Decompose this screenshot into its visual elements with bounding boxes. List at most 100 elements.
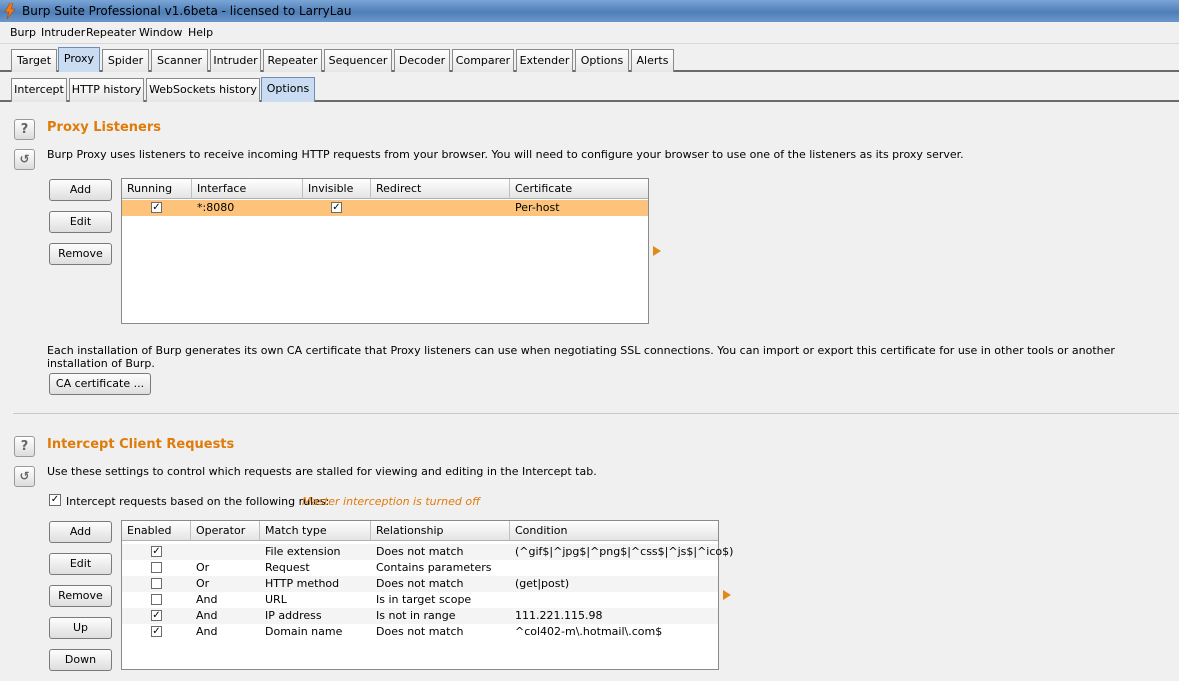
col-running[interactable]: Running — [122, 179, 192, 199]
col-interface[interactable]: Interface — [192, 179, 303, 199]
menu-repeater[interactable]: Repeater — [86, 26, 136, 39]
tab-repeater[interactable]: Repeater — [263, 49, 322, 72]
table-row[interactable]: Or Request Contains parameters — [122, 560, 718, 576]
proxy-listeners-title: Proxy Listeners — [47, 120, 161, 135]
intercept-rules-label: Intercept requests based on the followin… — [66, 495, 330, 508]
menu-burp[interactable]: Burp — [10, 26, 36, 39]
listeners-table: Running Interface Invisible Redirect Cer… — [121, 178, 649, 324]
tab-proxy[interactable]: Proxy — [58, 47, 100, 72]
title-bar: Burp Suite Professional v1.6beta - licen… — [0, 0, 1179, 22]
proxy-listeners-description: Burp Proxy uses listeners to receive inc… — [47, 148, 964, 161]
proxy-sub-tab-bar: Intercept HTTP history WebSockets histor… — [0, 74, 1179, 102]
subtab-websockets-history[interactable]: WebSockets history — [146, 78, 260, 102]
relationship-cell: Does not match — [376, 577, 464, 590]
operator-cell: And — [196, 593, 218, 606]
menu-help[interactable]: Help — [188, 26, 213, 39]
window-title: Burp Suite Professional v1.6beta - licen… — [22, 4, 352, 18]
main-tab-bar: Target Proxy Spider Scanner Intruder Rep… — [0, 46, 1179, 72]
relationship-cell: Is not in range — [376, 609, 456, 622]
listener-edit-button[interactable]: Edit — [49, 211, 112, 233]
subtab-http-history[interactable]: HTTP history — [69, 78, 144, 102]
rule-add-button[interactable]: Add — [49, 521, 112, 543]
enabled-checkbox[interactable] — [151, 594, 162, 605]
menu-bar: Burp Intruder Repeater Window Help — [0, 22, 1179, 44]
col-enabled[interactable]: Enabled — [122, 521, 191, 541]
tab-decoder[interactable]: Decoder — [394, 49, 450, 72]
operator-cell: Or — [196, 577, 210, 590]
condition-cell: (^gif$|^jpg$|^png$|^css$|^js$|^ico$) — [515, 545, 734, 558]
ca-certificate-button[interactable]: CA certificate ... — [49, 373, 151, 395]
match-type-cell: File extension — [265, 545, 341, 558]
col-relationship[interactable]: Relationship — [371, 521, 510, 541]
menu-intruder[interactable]: Intruder — [41, 26, 85, 39]
relationship-cell: Does not match — [376, 625, 464, 638]
subtab-intercept[interactable]: Intercept — [11, 78, 67, 102]
invisible-checkbox[interactable]: ✓ — [331, 202, 342, 213]
col-operator[interactable]: Operator — [191, 521, 260, 541]
menu-window[interactable]: Window — [139, 26, 182, 39]
burp-logo-icon — [4, 3, 16, 19]
condition-cell: 111.221.115.98 — [515, 609, 603, 622]
master-interception-status: Master interception is turned off — [302, 495, 481, 508]
operator-cell: And — [196, 609, 218, 622]
col-condition[interactable]: Condition — [510, 521, 718, 541]
col-match-type[interactable]: Match type — [260, 521, 371, 541]
tab-alerts[interactable]: Alerts — [631, 49, 674, 72]
listener-add-button[interactable]: Add — [49, 179, 112, 201]
enabled-checkbox[interactable]: ✓ — [151, 546, 162, 557]
col-invisible[interactable]: Invisible — [303, 179, 371, 199]
help-icon[interactable]: ? — [14, 119, 35, 140]
condition-cell: ^col402-m\.hotmail\.com$ — [515, 625, 663, 638]
rule-remove-button[interactable]: Remove — [49, 585, 112, 607]
match-type-cell: HTTP method — [265, 577, 340, 590]
enabled-checkbox[interactable] — [151, 578, 162, 589]
expand-arrow-icon[interactable] — [723, 590, 731, 600]
operator-cell: And — [196, 625, 218, 638]
tab-intruder[interactable]: Intruder — [210, 49, 261, 72]
reload-icon[interactable]: ↺ — [14, 149, 35, 170]
table-row[interactable]: ✓ File extension Does not match (^gif$|^… — [122, 544, 733, 560]
interface-cell: *:8080 — [197, 201, 235, 214]
expand-arrow-icon[interactable] — [653, 246, 661, 256]
tab-comparer[interactable]: Comparer — [452, 49, 514, 72]
reload-icon[interactable]: ↺ — [14, 466, 35, 487]
tab-spider[interactable]: Spider — [102, 49, 149, 72]
match-type-cell: URL — [265, 593, 287, 606]
match-type-cell: Domain name — [265, 625, 343, 638]
rule-edit-button[interactable]: Edit — [49, 553, 112, 575]
relationship-cell: Does not match — [376, 545, 464, 558]
col-redirect[interactable]: Redirect — [371, 179, 510, 199]
subtab-options[interactable]: Options — [261, 77, 315, 102]
enabled-checkbox[interactable]: ✓ — [151, 626, 162, 637]
enabled-checkbox[interactable]: ✓ — [151, 610, 162, 621]
help-icon[interactable]: ? — [14, 436, 35, 457]
match-type-cell: IP address — [265, 609, 322, 622]
table-row[interactable]: And URL Is in target scope — [122, 592, 718, 608]
relationship-cell: Contains parameters — [376, 561, 492, 574]
section-divider — [13, 413, 1179, 414]
tab-target[interactable]: Target — [11, 49, 57, 72]
table-row[interactable]: ✓ *:8080 ✓ Per-host — [122, 200, 648, 216]
tab-options[interactable]: Options — [575, 49, 629, 72]
condition-cell: (get|post) — [515, 577, 570, 590]
enabled-checkbox[interactable] — [151, 562, 162, 573]
intercept-client-description: Use these settings to control which requ… — [47, 465, 597, 478]
table-row[interactable]: Or HTTP method Does not match (get|post) — [122, 576, 718, 592]
listeners-table-header: Running Interface Invisible Redirect Cer… — [122, 179, 648, 199]
ca-certificate-description: Each installation of Burp generates its … — [47, 344, 1115, 370]
intercept-rules-table: Enabled Operator Match type Relationship… — [121, 520, 733, 670]
table-row[interactable]: ✓ And IP address Is not in range 111.221… — [122, 608, 718, 624]
certificate-cell: Per-host — [515, 201, 560, 214]
rules-table-header: Enabled Operator Match type Relationship… — [122, 521, 718, 541]
tab-extender[interactable]: Extender — [516, 49, 573, 72]
relationship-cell: Is in target scope — [376, 593, 472, 606]
running-checkbox[interactable]: ✓ — [151, 202, 162, 213]
table-row[interactable]: ✓ And Domain name Does not match ^col402… — [122, 624, 718, 640]
tab-sequencer[interactable]: Sequencer — [324, 49, 392, 72]
col-certificate[interactable]: Certificate — [510, 179, 648, 199]
listener-remove-button[interactable]: Remove — [49, 243, 112, 265]
intercept-rules-checkbox[interactable]: ✓ — [49, 494, 61, 506]
rule-up-button[interactable]: Up — [49, 617, 112, 639]
tab-scanner[interactable]: Scanner — [151, 49, 208, 72]
rule-down-button[interactable]: Down — [49, 649, 112, 671]
